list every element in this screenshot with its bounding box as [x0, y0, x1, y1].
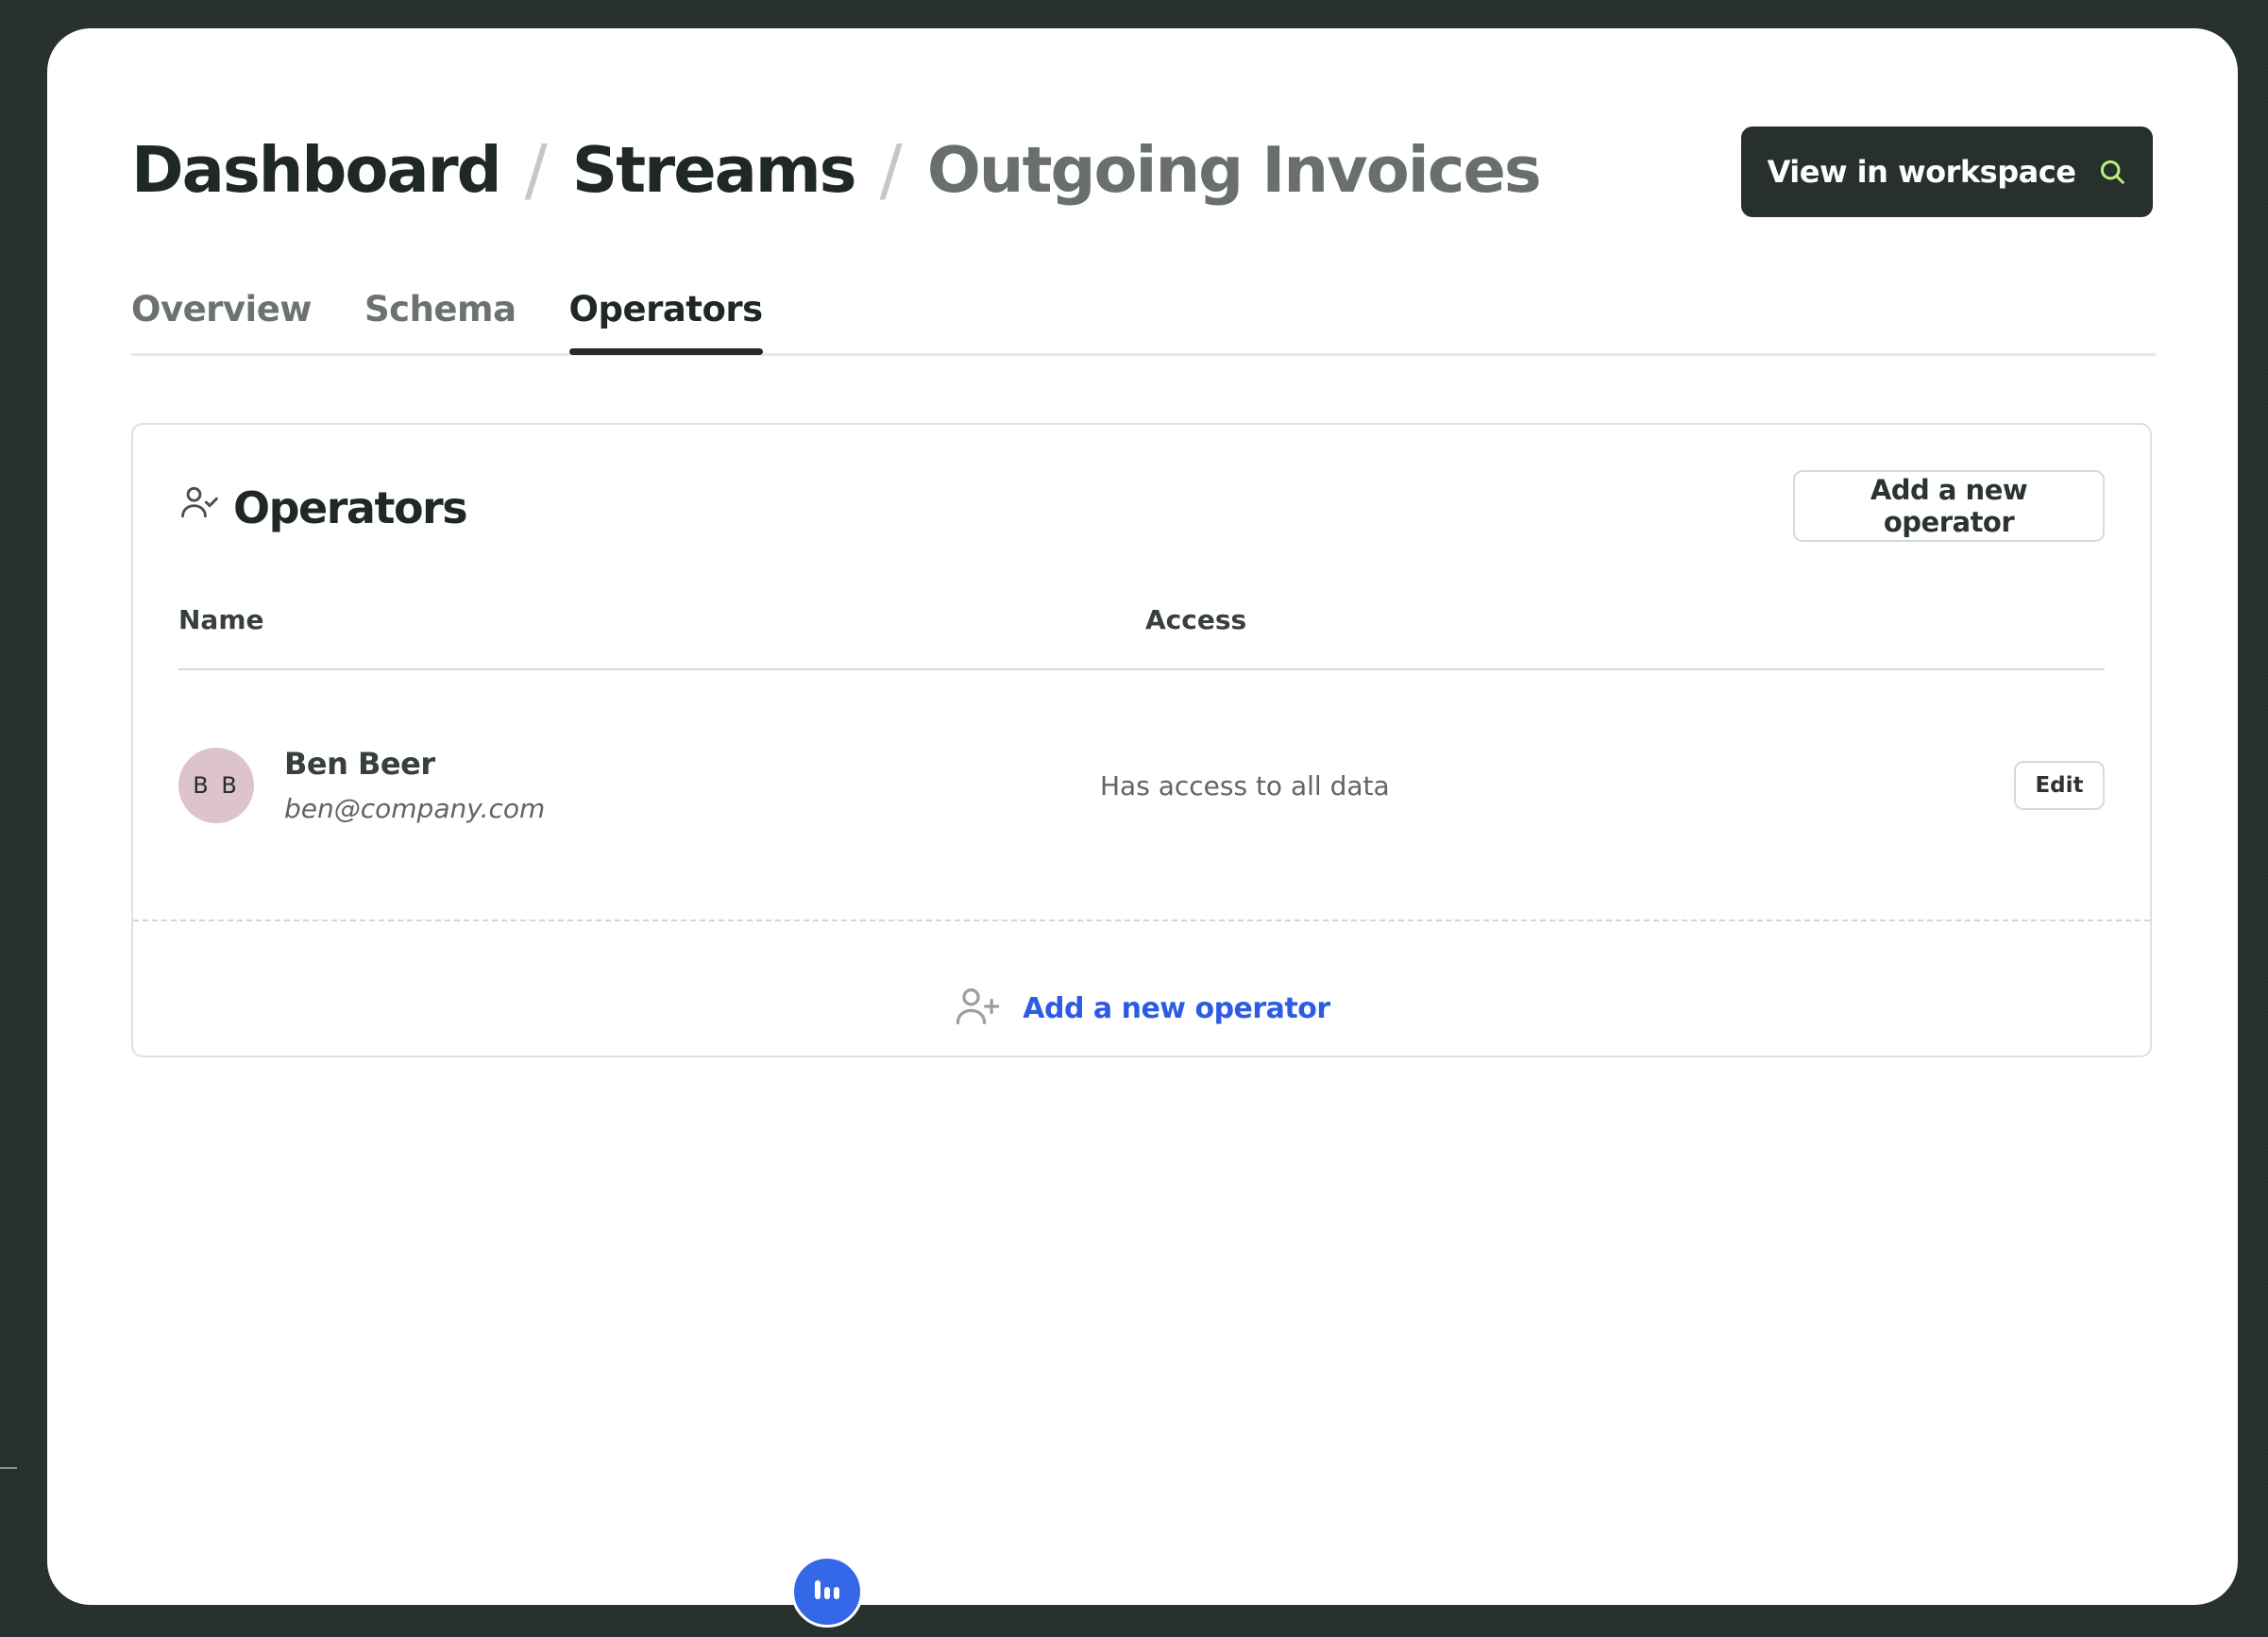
dashed-divider: [133, 920, 2150, 921]
add-operator-footer-link[interactable]: Add a new operator: [133, 982, 2150, 1036]
tab-schema[interactable]: Schema: [364, 262, 516, 353]
edit-operator-button[interactable]: Edit: [2014, 761, 2105, 810]
breadcrumb-separator: /: [879, 130, 903, 210]
view-in-workspace-button[interactable]: View in workspace: [1741, 127, 2153, 217]
user-plus-icon: [953, 982, 1002, 1036]
table-row: B B Ben Beer ben@company.com Has access …: [178, 746, 2105, 831]
breadcrumb-separator: /: [524, 130, 548, 210]
breadcrumb-dashboard[interactable]: Dashboard: [131, 133, 502, 207]
operators-card-header: Operators: [178, 481, 468, 533]
breadcrumb: Dashboard / Streams / Outgoing Invoices: [131, 130, 1542, 210]
user-check-icon: [178, 481, 220, 533]
edge-marker: [0, 1467, 17, 1469]
search-icon: [2098, 158, 2126, 186]
operators-card-title: Operators: [233, 481, 468, 533]
table-header-divider: [178, 668, 2105, 670]
column-header-name[interactable]: Name: [178, 604, 264, 635]
tab-overview[interactable]: Overview: [131, 262, 313, 353]
avatar: B B: [178, 748, 254, 823]
add-operator-button[interactable]: Add a new operator: [1793, 470, 2105, 542]
operators-card: Operators Add a new operator Name Access…: [131, 423, 2152, 1057]
breadcrumb-streams[interactable]: Streams: [572, 133, 857, 207]
add-operator-footer-label: Add a new operator: [1023, 992, 1330, 1025]
page-title: Outgoing Invoices: [926, 133, 1542, 207]
app-window: Dashboard / Streams / Outgoing Invoices …: [47, 28, 2238, 1605]
column-header-access[interactable]: Access: [1145, 604, 1246, 635]
operator-email: ben@company.com: [284, 793, 546, 824]
tab-bar: Overview Schema Operators: [131, 262, 2156, 356]
floating-action-button[interactable]: [791, 1556, 863, 1628]
operator-access: Has access to all data: [1100, 770, 1390, 802]
view-in-workspace-label: View in workspace: [1767, 154, 2076, 190]
tab-operators[interactable]: Operators: [568, 262, 763, 355]
bars-icon: [813, 1578, 841, 1606]
operator-name: Ben Beer: [284, 746, 435, 782]
